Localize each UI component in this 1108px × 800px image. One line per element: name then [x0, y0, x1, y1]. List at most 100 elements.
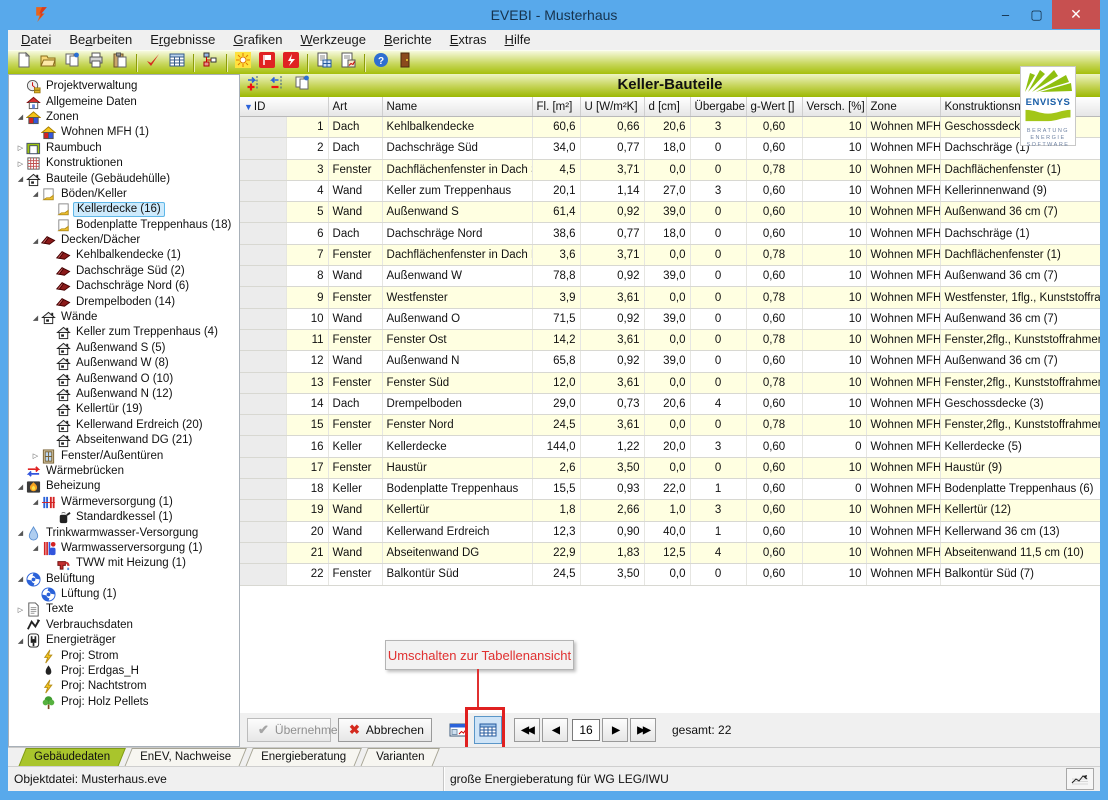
tree-item-projektverwaltung[interactable]: Projektverwaltung: [9, 79, 239, 94]
table-button[interactable]: [165, 52, 189, 73]
menu-werkzeuge[interactable]: Werkzeuge: [291, 30, 375, 50]
table-row[interactable]: 17FensterHaustür2,63,500,000,6010Wohnen …: [240, 457, 1100, 478]
tree-item-kellerdecke-16[interactable]: Kellerdecke (16): [9, 202, 239, 217]
help-button[interactable]: ?: [369, 52, 393, 73]
table-row[interactable]: 19WandKellertür1,82,661,030,6010Wohnen M…: [240, 500, 1100, 521]
column-header-id[interactable]: ▼ID: [240, 97, 328, 117]
check-button[interactable]: [141, 52, 165, 73]
cancel-button[interactable]: ✖ Abbrechen: [338, 718, 432, 742]
tree-item-wände[interactable]: ◢Wände: [9, 310, 239, 325]
menu-extras[interactable]: Extras: [441, 30, 496, 50]
minimize-button[interactable]: –: [990, 0, 1021, 29]
expander-open-icon[interactable]: ◢: [30, 498, 41, 506]
table-row[interactable]: 16KellerKellerdecke144,01,2220,030,600Wo…: [240, 436, 1100, 457]
tab-varianten[interactable]: Varianten: [364, 748, 436, 766]
expander-closed-icon[interactable]: ▷: [30, 452, 41, 460]
close-button[interactable]: ✕: [1052, 0, 1100, 29]
row-selector[interactable]: [240, 542, 286, 563]
maximize-button[interactable]: ▢: [1021, 0, 1052, 29]
tree-item-proj-erdgas-h[interactable]: Proj: Erdgas_H: [9, 664, 239, 679]
sun-button[interactable]: [231, 52, 255, 73]
expander-open-icon[interactable]: ◢: [30, 190, 41, 198]
tree-item-dachschräge-nord-6[interactable]: Dachschräge Nord (6): [9, 279, 239, 294]
column-header-u-w-m-k[interactable]: U [W/m²K]: [580, 97, 644, 117]
menu-ergebnisse[interactable]: Ergebnisse: [141, 30, 224, 50]
tree-item-kellertür-19[interactable]: Kellertür (19): [9, 402, 239, 417]
table-row[interactable]: 22FensterBalkontür Süd24,53,500,000,6010…: [240, 564, 1100, 585]
table-row[interactable]: 20WandKellerwand Erdreich12,30,9040,010,…: [240, 521, 1100, 542]
table-row[interactable]: 5WandAußenwand S61,40,9239,000,6010Wohne…: [240, 202, 1100, 223]
table-row[interactable]: 18KellerBodenplatte Treppenhaus15,50,932…: [240, 479, 1100, 500]
table-row[interactable]: 12WandAußenwand N65,80,9239,000,6010Wohn…: [240, 351, 1100, 372]
expander-closed-icon[interactable]: ▷: [15, 160, 26, 168]
row-selector[interactable]: [240, 138, 286, 159]
doc-chart-button[interactable]: [336, 52, 360, 73]
column-header-übergabe[interactable]: Übergabe: [690, 97, 746, 117]
row-selector[interactable]: [240, 521, 286, 542]
last-record-button[interactable]: ▶▶: [630, 718, 656, 742]
expander-open-icon[interactable]: ◢: [15, 529, 26, 537]
tree-item-kehlbalkendecke-1[interactable]: Kehlbalkendecke (1): [9, 248, 239, 263]
tab-enev-nachweise[interactable]: EnEV, Nachweise: [128, 748, 243, 766]
table-row[interactable]: 11FensterFenster Ost14,23,610,000,7810Wo…: [240, 329, 1100, 350]
tree-item-wohnen-mfh-1[interactable]: Wohnen MFH (1): [9, 125, 239, 140]
report-button[interactable]: [312, 52, 336, 73]
table-row[interactable]: 4WandKeller zum Treppenhaus20,11,1427,03…: [240, 180, 1100, 201]
tree-item-außenwand-w-8[interactable]: Außenwand W (8): [9, 356, 239, 371]
tree-item-drempelboden-14[interactable]: Drempelboden (14): [9, 294, 239, 309]
table-row[interactable]: 10WandAußenwand O71,50,9239,000,6010Wohn…: [240, 308, 1100, 329]
expander-closed-icon[interactable]: ▷: [15, 606, 26, 614]
chart-button[interactable]: [1066, 768, 1094, 790]
copy-button[interactable]: [60, 52, 84, 73]
tree-item-standardkessel-1[interactable]: Standardkessel (1): [9, 510, 239, 525]
menu-berichte[interactable]: Berichte: [375, 30, 441, 50]
expander-open-icon[interactable]: ◢: [15, 113, 26, 121]
record-number-input[interactable]: 16: [572, 719, 600, 741]
row-selector[interactable]: [240, 244, 286, 265]
row-selector[interactable]: [240, 372, 286, 393]
menu-grafiken[interactable]: Grafiken: [224, 30, 291, 50]
tree-item-trinkwarmwasser-versorgung[interactable]: ◢Trinkwarmwasser-Versorgung: [9, 525, 239, 540]
row-selector[interactable]: [240, 500, 286, 521]
row-selector[interactable]: [240, 436, 286, 457]
column-header-fl-m[interactable]: Fl. [m²]: [532, 97, 580, 117]
expander-open-icon[interactable]: ◢: [30, 237, 41, 245]
table-row[interactable]: 8WandAußenwand W78,80,9239,000,6010Wohne…: [240, 266, 1100, 287]
row-selector[interactable]: [240, 457, 286, 478]
exit-door-button[interactable]: [393, 52, 417, 73]
expander-closed-icon[interactable]: ▷: [15, 144, 26, 152]
tree-item-außenwand-n-12[interactable]: Außenwand N (12): [9, 387, 239, 402]
open-folder-button[interactable]: [36, 52, 60, 73]
tree-item-allgemeine-daten[interactable]: Allgemeine Daten: [9, 94, 239, 109]
row-selector[interactable]: [240, 393, 286, 414]
tree-item-bauteile-gebäudehülle[interactable]: ◢Bauteile (Gebäudehülle): [9, 171, 239, 186]
tree-item-warmwasserversorgung-1[interactable]: ◢Warmwasserversorgung (1): [9, 541, 239, 556]
tree-item-energieträger[interactable]: ◢Energieträger: [9, 633, 239, 648]
row-selector[interactable]: [240, 415, 286, 436]
tree-item-belüftung[interactable]: ◢Belüftung: [9, 572, 239, 587]
table-row[interactable]: 13FensterFenster Süd12,03,610,000,7810Wo…: [240, 372, 1100, 393]
table-row[interactable]: 1DachKehlbalkendecke60,60,6620,630,6010W…: [240, 117, 1100, 138]
expander-open-icon[interactable]: ◢: [30, 314, 41, 322]
tree-item-decken-dächer[interactable]: ◢Decken/Dächer: [9, 233, 239, 248]
tree-item-wärmebrücken[interactable]: Wärmebrücken: [9, 464, 239, 479]
flowchart-button[interactable]: [198, 52, 222, 73]
table-row[interactable]: 3FensterDachflächenfenster in Dach S4,53…: [240, 159, 1100, 180]
tree-item-texte[interactable]: ▷Texte: [9, 602, 239, 617]
table-row[interactable]: 6DachDachschräge Nord38,60,7718,000,6010…: [240, 223, 1100, 244]
print-button[interactable]: [84, 52, 108, 73]
tree-item-beheizung[interactable]: ◢Beheizung: [9, 479, 239, 494]
column-header-zone[interactable]: Zone: [866, 97, 940, 117]
tree-item-proj-holz-pellets[interactable]: Proj: Holz Pellets: [9, 695, 239, 710]
row-selector[interactable]: [240, 266, 286, 287]
new-document-button[interactable]: [12, 52, 36, 73]
expander-open-icon[interactable]: ◢: [30, 544, 41, 552]
tab-gebäudedaten[interactable]: Gebäudedaten: [22, 748, 122, 766]
tree-item-dachschräge-süd-2[interactable]: Dachschräge Süd (2): [9, 264, 239, 279]
row-selector[interactable]: [240, 564, 286, 585]
column-header-versch[interactable]: Versch. [%]: [802, 97, 866, 117]
apply-button[interactable]: ✔ Übernehmen: [247, 718, 331, 742]
tree-item-kellerwand-erdreich-20[interactable]: Kellerwand Erdreich (20): [9, 418, 239, 433]
tree-item-böden-keller[interactable]: ◢Böden/Keller: [9, 187, 239, 202]
tree-item-proj-nachtstrom[interactable]: Proj: Nachtstrom: [9, 679, 239, 694]
